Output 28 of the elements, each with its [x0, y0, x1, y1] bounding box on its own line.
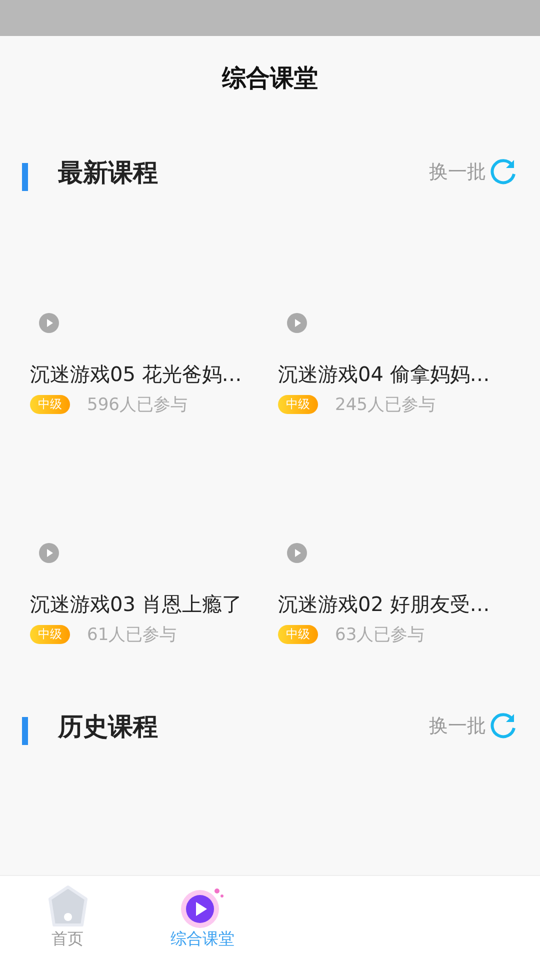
refresh-icon: [488, 711, 518, 741]
refresh-button[interactable]: 换一批: [429, 157, 518, 187]
home-icon: [46, 885, 90, 929]
level-badge: 中级: [30, 624, 70, 644]
level-badge: 中级: [30, 394, 70, 414]
play-icon: [287, 313, 307, 333]
section-marker: [22, 717, 28, 745]
refresh-icon: [488, 157, 518, 187]
participant-count: 245人已参与: [335, 394, 436, 416]
section-title: 最新课程: [58, 156, 159, 188]
participant-count: 61人已参与: [87, 624, 177, 646]
play-icon: [39, 543, 59, 563]
play-icon: [39, 313, 59, 333]
play-icon: [287, 543, 307, 563]
participant-count: 596人已参与: [87, 394, 188, 416]
participant-count: 63人已参与: [335, 624, 425, 646]
course-title: 沉迷游戏02 好朋友受…: [278, 591, 491, 618]
section-marker: [22, 163, 28, 191]
level-badge: 中级: [278, 394, 318, 414]
page-title: 综合课堂: [222, 63, 318, 94]
course-title: 沉迷游戏04 偷拿妈妈…: [278, 361, 491, 388]
refresh-button[interactable]: 换一批: [429, 711, 518, 741]
course-title: 沉迷游戏03 肖恩上瘾了: [30, 591, 243, 618]
nav-tab[interactable]: 综合课堂: [135, 876, 270, 960]
course-title: 沉迷游戏05 花光爸妈…: [30, 361, 243, 388]
level-badge: 中级: [278, 624, 318, 644]
nav-tab[interactable]: 首页: [0, 876, 135, 960]
section-title: 历史课程: [58, 710, 159, 742]
